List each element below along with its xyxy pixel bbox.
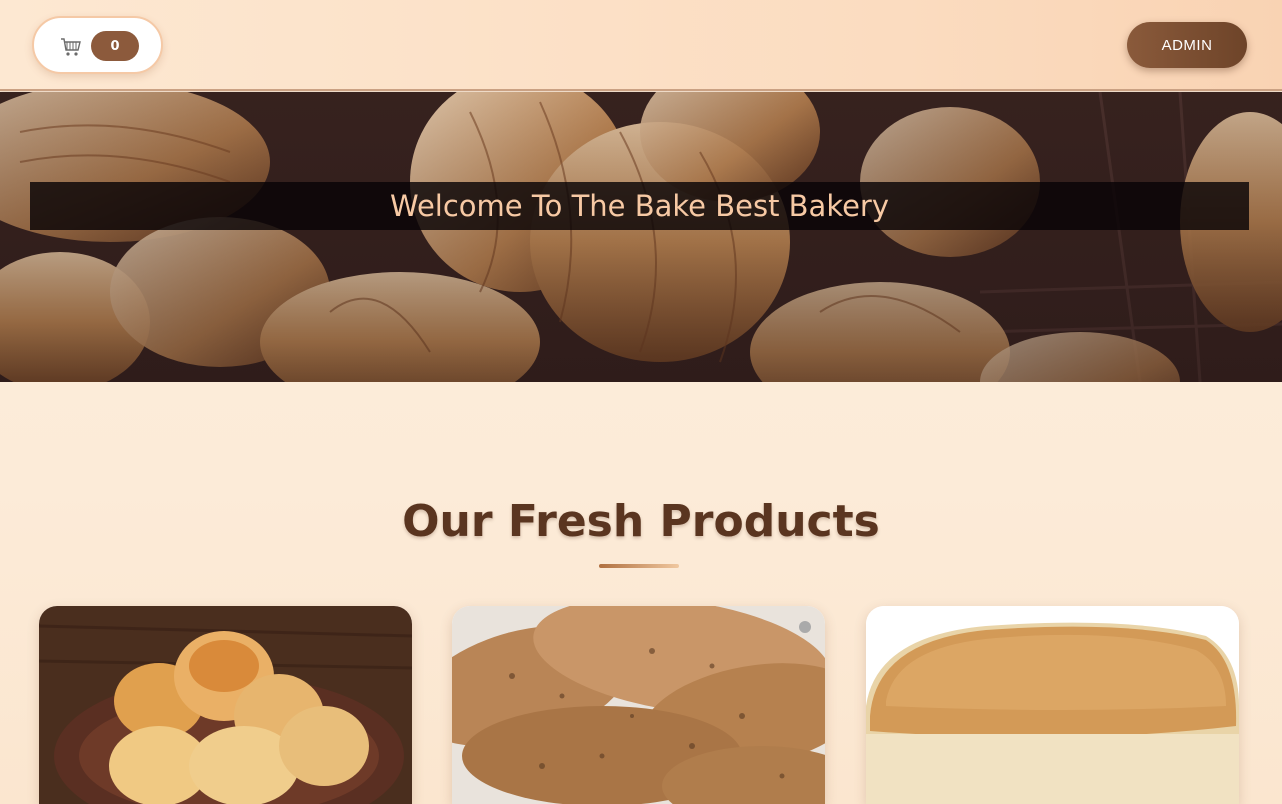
product-card-cookies[interactable] (452, 606, 825, 804)
bread-loaf-photo (866, 606, 1239, 804)
product-card-bread[interactable] (866, 606, 1239, 804)
hero-banner-image: Welcome To The Bake Best Bakery (0, 92, 1282, 382)
top-navbar: 0 ADMIN (0, 0, 1282, 91)
shopping-cart-icon (60, 37, 82, 57)
pastries-photo (0, 92, 1282, 382)
admin-button[interactable]: ADMIN (1127, 22, 1247, 68)
oat-cookies-photo (452, 606, 825, 804)
hero-title: Welcome To The Bake Best Bakery (389, 189, 890, 223)
title-underline (599, 564, 679, 568)
hero-title-banner: Welcome To The Bake Best Bakery (30, 182, 1249, 230)
section-title: Our Fresh Products (402, 496, 880, 547)
cart-count-badge: 0 (91, 31, 139, 61)
cart-button[interactable]: 0 (32, 16, 163, 74)
page: 0 ADMIN Welcome To The Bake Best Bakery … (0, 0, 1282, 804)
scones-photo (39, 606, 412, 804)
product-card-scones[interactable] (39, 606, 412, 804)
